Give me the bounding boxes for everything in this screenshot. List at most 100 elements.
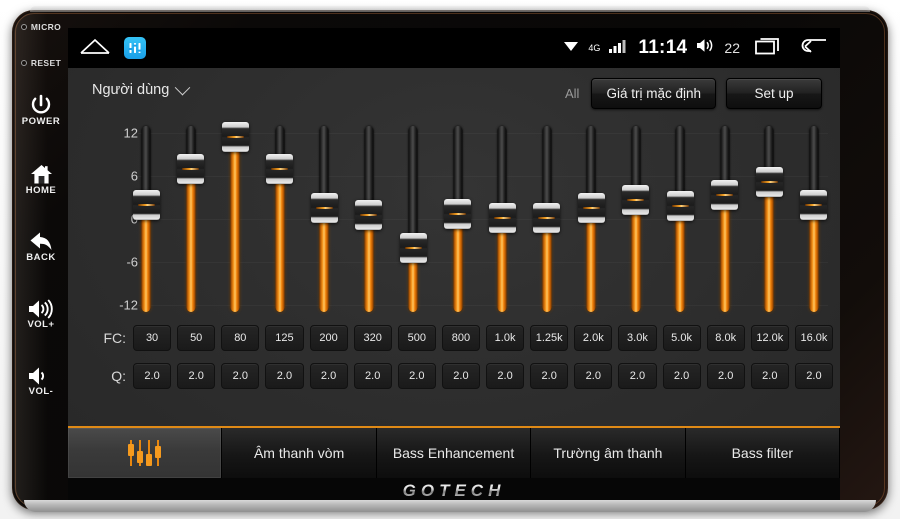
fc-cell[interactable]: 5.0k xyxy=(662,325,701,351)
slider-fill xyxy=(764,181,774,312)
tab-âm-thanh-vòm[interactable]: Âm thanh vòm xyxy=(222,428,377,478)
fc-cell[interactable]: 320 xyxy=(353,325,392,351)
recents-icon[interactable] xyxy=(749,37,783,60)
slider-thumb[interactable] xyxy=(533,202,561,233)
slider-thumb[interactable] xyxy=(399,232,427,263)
led-dot-icon xyxy=(20,60,27,66)
band-slider[interactable] xyxy=(391,120,436,320)
q-cell[interactable]: 2.0 xyxy=(265,363,304,389)
band-slider[interactable] xyxy=(525,120,570,320)
slider-thumb[interactable] xyxy=(221,121,249,152)
head-unit-device: MICRO RESET POWER HOME BACK VOL+ VOL- 4G… xyxy=(0,0,900,519)
volume-up-icon xyxy=(14,297,68,319)
q-cell[interactable]: 2.0 xyxy=(309,363,348,389)
slider-fill xyxy=(631,200,641,312)
band-slider[interactable] xyxy=(436,120,481,320)
fc-cell[interactable]: 800 xyxy=(441,325,480,351)
q-cell[interactable]: 2.0 xyxy=(574,363,613,389)
hardware-button-volminus[interactable]: VOL- xyxy=(14,364,68,397)
q-cell[interactable]: 2.0 xyxy=(662,363,701,389)
q-cell[interactable]: 2.0 xyxy=(486,363,525,389)
q-cell[interactable]: 2.0 xyxy=(353,363,392,389)
wifi-icon xyxy=(563,39,579,57)
fc-cell[interactable]: 80 xyxy=(221,325,260,351)
band-slider[interactable] xyxy=(747,120,792,320)
slider-thumb[interactable] xyxy=(622,185,650,216)
setup-button[interactable]: Set up xyxy=(726,78,822,109)
slider-thumb[interactable] xyxy=(800,190,828,221)
band-slider[interactable] xyxy=(792,120,837,320)
home-outline-icon[interactable] xyxy=(80,38,110,59)
preset-selector[interactable]: Người dùng xyxy=(92,79,191,98)
slider-thumb[interactable] xyxy=(355,200,383,231)
hardware-button-back[interactable]: BACK xyxy=(14,230,68,263)
slider-thumb[interactable] xyxy=(666,191,694,222)
q-cell[interactable]: 2.0 xyxy=(706,363,745,389)
fc-cell[interactable]: 3.0k xyxy=(618,325,657,351)
slider-thumb[interactable] xyxy=(444,198,472,229)
fc-cell[interactable]: 500 xyxy=(397,325,436,351)
band-slider[interactable] xyxy=(302,120,347,320)
fc-cell[interactable]: 125 xyxy=(265,325,304,351)
tab-trường-âm-thanh[interactable]: Trường âm thanh xyxy=(531,428,686,478)
slider-thumb[interactable] xyxy=(132,189,160,220)
band-slider[interactable] xyxy=(658,120,703,320)
tab-equalizer[interactable] xyxy=(68,428,223,478)
band-slider[interactable] xyxy=(347,120,392,320)
slider-thumb[interactable] xyxy=(577,192,605,223)
fc-cell[interactable]: 16.0k xyxy=(794,325,833,351)
q-cell[interactable]: 2.0 xyxy=(750,363,789,389)
equalizer-app-icon[interactable] xyxy=(124,37,146,59)
fc-cell[interactable]: 2.0k xyxy=(574,325,613,351)
slider-thumb[interactable] xyxy=(266,153,294,184)
slider-fill xyxy=(230,136,240,312)
rail-label: BACK xyxy=(26,252,56,263)
fc-cell[interactable]: 12.0k xyxy=(750,325,789,351)
band-slider[interactable] xyxy=(569,120,614,320)
band-slider[interactable] xyxy=(614,120,659,320)
slider-thumb[interactable] xyxy=(755,166,783,197)
fc-cell[interactable]: 1.0k xyxy=(486,325,525,351)
fc-cell[interactable]: 200 xyxy=(309,325,348,351)
band-slider[interactable] xyxy=(480,120,525,320)
slider-thumb[interactable] xyxy=(310,193,338,224)
rail-label: VOL- xyxy=(28,386,54,397)
q-cell[interactable]: 2.0 xyxy=(177,363,216,389)
fc-cell[interactable]: 8.0k xyxy=(706,325,745,351)
band-slider[interactable] xyxy=(258,120,303,320)
hardware-button-volplus[interactable]: VOL+ xyxy=(14,297,68,330)
slider-thumb[interactable] xyxy=(711,179,739,210)
q-cell[interactable]: 2.0 xyxy=(133,363,172,389)
fc-cell[interactable]: 50 xyxy=(177,325,216,351)
tab-label: Bass filter xyxy=(731,445,794,461)
band-slider[interactable] xyxy=(169,120,214,320)
volume-icon xyxy=(696,38,715,58)
equalizer-icon xyxy=(128,440,162,466)
q-cell[interactable]: 2.0 xyxy=(397,363,436,389)
tab-bass-enhancement[interactable]: Bass Enhancement xyxy=(376,428,532,478)
tab-label: Trường âm thanh xyxy=(553,445,663,461)
volume-level: 22 xyxy=(724,40,740,56)
q-cell[interactable]: 2.0 xyxy=(441,363,480,389)
slider-thumb[interactable] xyxy=(177,153,205,184)
q-cell[interactable]: 2.0 xyxy=(221,363,260,389)
q-cell[interactable]: 2.0 xyxy=(794,363,833,389)
rail-label: POWER xyxy=(21,116,61,127)
q-cell[interactable]: 2.0 xyxy=(530,363,569,389)
band-slider[interactable] xyxy=(124,120,169,320)
slider-fill xyxy=(586,207,596,312)
rail-label: VOL+ xyxy=(27,319,55,330)
fc-cell[interactable]: 1.25k xyxy=(530,325,569,351)
slider-fill xyxy=(809,205,819,312)
band-slider[interactable] xyxy=(213,120,258,320)
hardware-button-power[interactable]: POWER xyxy=(14,94,68,127)
q-cell[interactable]: 2.0 xyxy=(618,363,657,389)
slider-fill xyxy=(675,206,685,312)
band-slider[interactable] xyxy=(703,120,748,320)
tab-bass-filter[interactable]: Bass filter xyxy=(685,428,840,478)
default-values-button[interactable]: Giá trị mặc định xyxy=(591,78,716,109)
slider-thumb[interactable] xyxy=(488,202,516,233)
fc-cell[interactable]: 30 xyxy=(133,325,172,351)
hardware-button-home[interactable]: HOME xyxy=(14,163,68,196)
back-icon[interactable] xyxy=(792,37,828,60)
